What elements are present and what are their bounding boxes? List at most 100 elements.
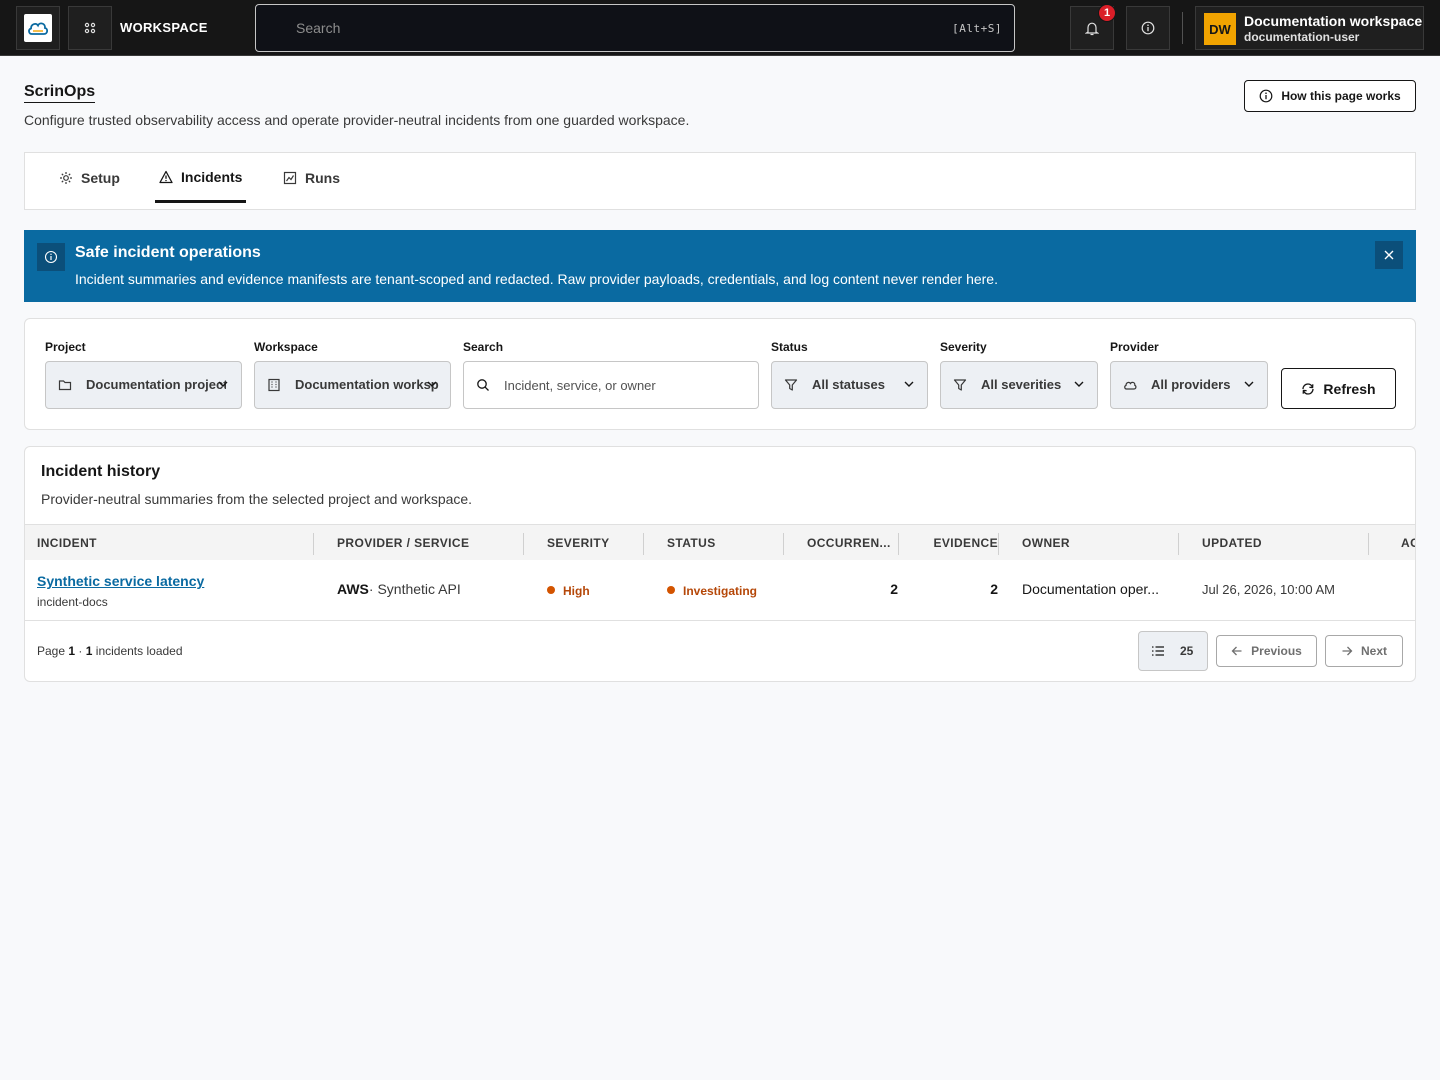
avatar: DW (1204, 13, 1236, 45)
refresh-label: Refresh (1323, 380, 1376, 397)
chart-icon (283, 171, 297, 185)
gear-icon (60, 172, 72, 184)
column-header-updated[interactable]: UPDATED (1202, 525, 1362, 561)
provider-select[interactable]: All providers (1110, 361, 1268, 409)
incident-search-input[interactable]: Incident, service, or owner (463, 361, 759, 409)
column-divider[interactable] (1368, 533, 1369, 555)
column-header-actions[interactable]: AC (1401, 525, 1415, 561)
page-title[interactable]: ScrinOps (24, 83, 96, 103)
incident-name-link[interactable]: Synthetic service latency (37, 573, 204, 589)
updated-cell: Jul 26, 2026, 10:00 AM (1202, 582, 1335, 597)
grid-icon (84, 22, 96, 34)
column-header-status[interactable]: STATUS (667, 525, 777, 561)
occurrences-cell: 2 (890, 581, 898, 597)
search-placeholder: Search (296, 20, 341, 36)
service-name: · Synthetic API (368, 581, 461, 597)
table-row[interactable]: Synthetic service latency incident-docs … (25, 560, 1415, 621)
page-separator: · (78, 644, 83, 658)
app-switcher-button[interactable] (68, 6, 112, 50)
previous-label: Previous (1251, 644, 1302, 658)
filter-icon (784, 379, 798, 391)
provider-value: All providers (1151, 377, 1231, 392)
search-filter-label: Search (463, 340, 504, 354)
banner-title: Safe incident operations (75, 244, 261, 261)
column-divider[interactable] (313, 533, 314, 555)
chevron-down-icon (1244, 381, 1254, 387)
tab-bar: Setup Incidents Runs (24, 152, 1416, 210)
severity-value: High (563, 584, 590, 598)
topbar-divider (1182, 12, 1183, 44)
page-size-select[interactable]: 25 (1138, 631, 1208, 671)
notification-badge: 1 (1098, 4, 1116, 22)
close-icon (1384, 250, 1394, 260)
filter-icon (953, 379, 967, 391)
incident-search-placeholder: Incident, service, or owner (504, 378, 656, 393)
tab-incidents[interactable]: Incidents (155, 153, 247, 203)
info-icon (37, 243, 65, 271)
status-filter-label: Status (771, 340, 808, 354)
column-header-occurrences[interactable]: OCCURREN... (807, 525, 897, 561)
bell-icon (1085, 22, 1099, 35)
evidence-cell: 2 (990, 581, 998, 597)
table-header: INCIDENT PROVIDER / SERVICE SEVERITY STA… (25, 524, 1415, 561)
chevron-down-icon (218, 381, 228, 387)
column-header-provider[interactable]: PROVIDER / SERVICE (337, 525, 517, 561)
banner-text: Incident summaries and evidence manifest… (75, 271, 998, 287)
severity-select[interactable]: All severities (940, 361, 1098, 409)
page-subtitle: Configure trusted observability access a… (24, 112, 690, 128)
cloud-icon (1124, 381, 1137, 390)
loaded-suffix: incidents loaded (95, 644, 183, 658)
arrow-left-icon (1231, 646, 1242, 656)
user-workspace-name: Documentation workspace (1244, 13, 1423, 29)
provider-name: AWS (337, 581, 369, 597)
status-cell: Investigating (667, 582, 757, 598)
column-divider[interactable] (643, 533, 644, 555)
severity-dot (547, 586, 555, 595)
folder-icon (58, 380, 72, 391)
column-divider[interactable] (523, 533, 524, 555)
next-page-button[interactable]: Next (1325, 635, 1403, 667)
user-menu-button[interactable]: DW Documentation workspace documentation… (1195, 6, 1424, 50)
severity-filter-label: Severity (940, 340, 987, 354)
project-select[interactable]: Documentation project (45, 361, 242, 409)
cloud-logo-icon (24, 14, 52, 42)
refresh-button[interactable]: Refresh (1281, 368, 1396, 409)
column-header-incident[interactable]: INCIDENT (37, 525, 307, 561)
loaded-count: 1 (85, 644, 93, 658)
column-divider[interactable] (783, 533, 784, 555)
incident-history-title: Incident history (41, 463, 161, 480)
tab-runs[interactable]: Runs (279, 153, 344, 203)
app-logo[interactable] (16, 6, 60, 50)
how-button-label: How this page works (1281, 89, 1401, 103)
how-this-page-works-button[interactable]: How this page works (1244, 80, 1416, 112)
workspace-filter-label: Workspace (254, 340, 318, 354)
info-icon (1141, 21, 1155, 35)
page-prefix: Page (37, 644, 66, 658)
status-dot (667, 586, 675, 595)
banner-close-button[interactable] (1375, 241, 1403, 269)
column-header-severity[interactable]: SEVERITY (547, 525, 637, 561)
filters-panel: Project Documentation project Workspace … (24, 318, 1416, 430)
column-divider[interactable] (998, 533, 999, 555)
provider-filter-label: Provider (1110, 340, 1159, 354)
search-icon (477, 379, 489, 391)
column-header-owner[interactable]: OWNER (1022, 525, 1172, 561)
global-search-input[interactable]: Search [Alt+S] (255, 4, 1015, 52)
project-value: Documentation project (86, 377, 226, 392)
column-divider[interactable] (898, 533, 899, 555)
page-size-value: 25 (1180, 644, 1194, 658)
column-header-evidence[interactable]: EVIDENCE (905, 525, 998, 561)
info-button[interactable] (1126, 6, 1170, 50)
workspace-select[interactable]: Documentation workspace (254, 361, 451, 409)
previous-page-button[interactable]: Previous (1216, 635, 1317, 667)
warning-icon (159, 170, 173, 183)
workspace-value: Documentation workspace (295, 377, 439, 392)
tab-incidents-label: Incidents (181, 168, 243, 185)
incident-history-subtitle: Provider-neutral summaries from the sele… (41, 491, 473, 507)
list-icon (1152, 646, 1164, 656)
severity-value: All severities (981, 377, 1062, 392)
status-select[interactable]: All statuses (771, 361, 928, 409)
tab-setup[interactable]: Setup (55, 153, 124, 203)
column-divider[interactable] (1178, 533, 1179, 555)
status-value: All statuses (812, 377, 885, 392)
